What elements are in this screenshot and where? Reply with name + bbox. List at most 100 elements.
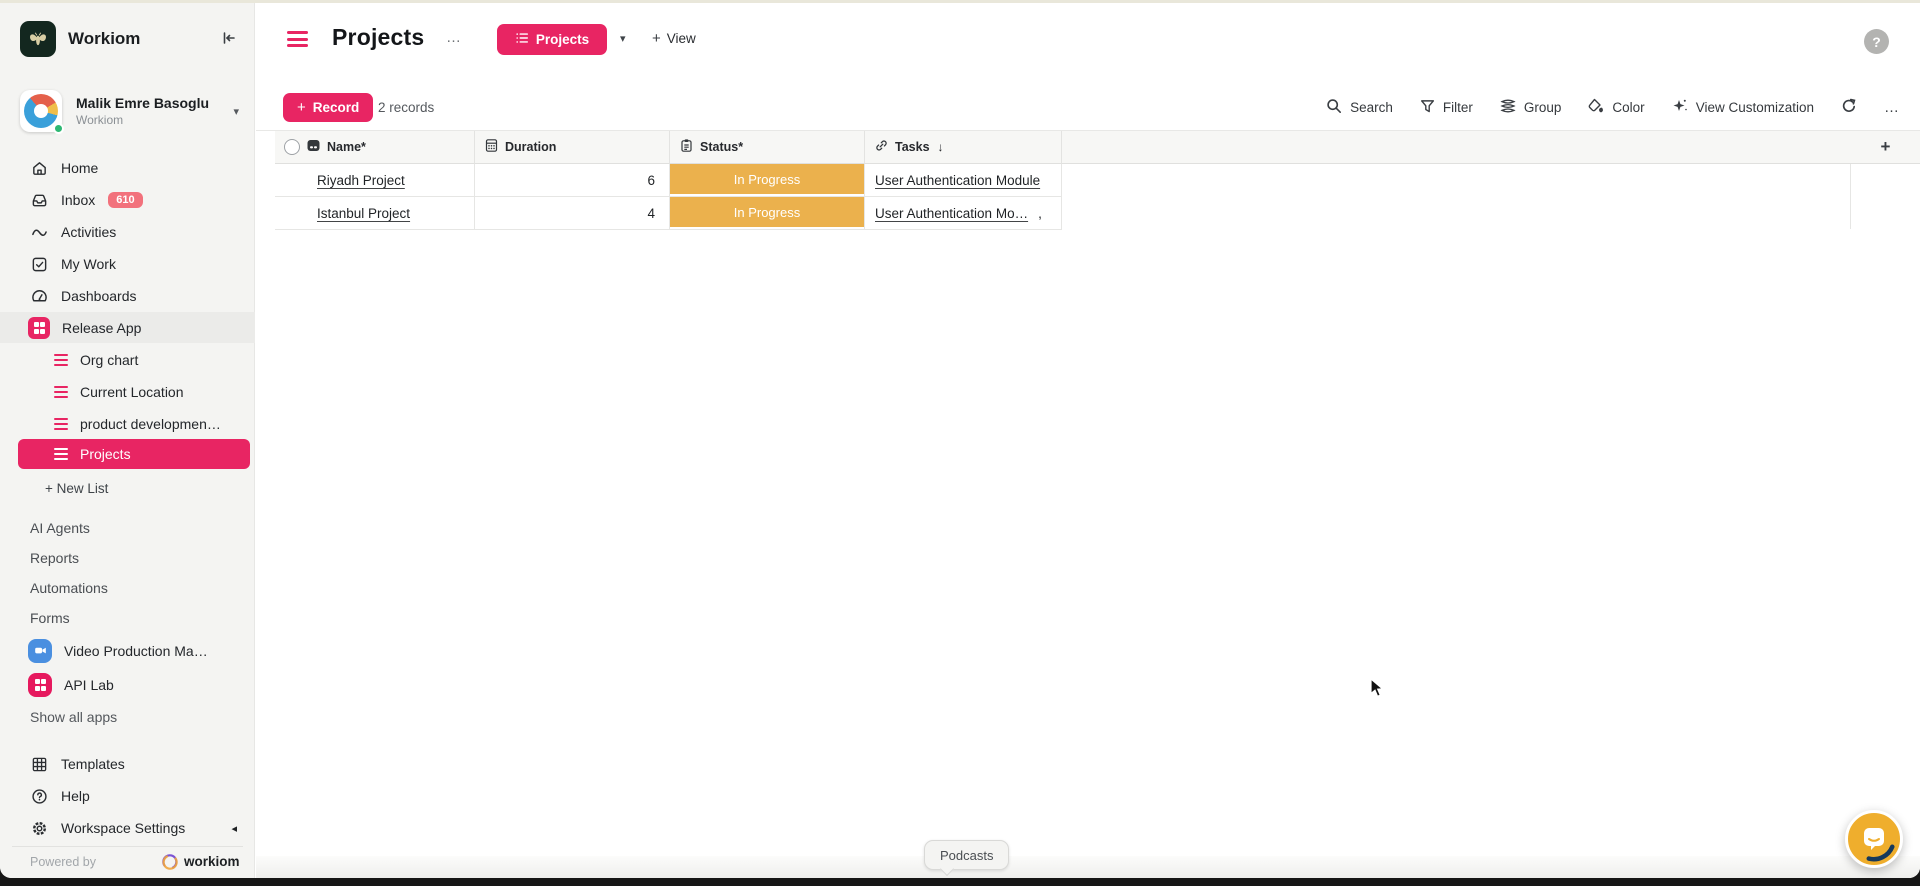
add-record-button[interactable]: + Record bbox=[283, 93, 373, 122]
sidebar-item-automations[interactable]: Automations bbox=[0, 572, 255, 604]
sidebar: Workiom Malik Emre Basoglu Workiom ▾ bbox=[0, 3, 255, 878]
check-square-icon bbox=[30, 255, 48, 273]
sidebar-item-inbox[interactable]: Inbox 610 bbox=[0, 184, 255, 216]
sidebar-list-org-chart[interactable]: Org chart bbox=[0, 344, 255, 376]
view-dropdown-icon[interactable]: ▾ bbox=[620, 32, 626, 45]
color-label: Color bbox=[1612, 100, 1644, 115]
table-row-2-duration-cell[interactable]: 4 bbox=[475, 197, 670, 230]
workiom-brand-label[interactable]: workiom bbox=[184, 854, 240, 869]
list-label: Projects bbox=[80, 446, 131, 462]
online-status-dot bbox=[53, 123, 64, 134]
table-row-1-name-cell[interactable]: 1 Riyadh Project bbox=[275, 164, 475, 197]
paint-bucket-icon bbox=[1588, 98, 1604, 117]
user-workspace: Workiom bbox=[76, 113, 209, 127]
table-row-1-tasks-cell[interactable]: User Authentication Module bbox=[865, 164, 1062, 197]
table-row-2-name-cell[interactable]: Istanbul Project bbox=[275, 197, 475, 230]
add-view-button[interactable]: + View bbox=[652, 30, 696, 47]
sidebar-item-activities[interactable]: Activities bbox=[0, 216, 255, 248]
list-icon bbox=[54, 418, 68, 431]
sidebar-item-workspace-settings[interactable]: Workspace Settings ◂ bbox=[0, 812, 255, 844]
activities-icon bbox=[30, 223, 48, 241]
task-link[interactable]: User Authentication Module bbox=[875, 173, 1040, 188]
workspace-header[interactable]: Workiom bbox=[0, 17, 255, 61]
refresh-icon bbox=[1841, 98, 1857, 117]
table-row-1-status-cell[interactable]: In Progress bbox=[670, 164, 865, 197]
list-icon bbox=[54, 448, 68, 461]
list-label: Org chart bbox=[80, 352, 138, 368]
sidebar-list-product-development[interactable]: product developmen… bbox=[0, 408, 255, 440]
tooltip-label: Podcasts bbox=[940, 848, 993, 863]
filter-button[interactable]: Filter bbox=[1420, 99, 1473, 117]
search-button[interactable]: Search bbox=[1326, 98, 1393, 117]
new-list-button[interactable]: + New List bbox=[0, 472, 255, 504]
table-row-2-tasks-cell[interactable]: User Authentication Mo… , bbox=[865, 197, 1062, 230]
title-more-button[interactable]: … bbox=[446, 29, 462, 46]
plus-icon: + bbox=[297, 99, 306, 116]
user-name: Malik Emre Basoglu bbox=[76, 95, 209, 113]
templates-grid-icon bbox=[30, 755, 48, 773]
sidebar-item-home[interactable]: Home bbox=[0, 152, 255, 184]
list-icon bbox=[54, 354, 68, 367]
inbox-count-badge: 610 bbox=[108, 192, 142, 208]
search-icon bbox=[1326, 98, 1342, 117]
sidebar-app-video-production[interactable]: Video Production Ma… bbox=[0, 634, 255, 667]
sidebar-list-projects-selected[interactable]: Projects bbox=[18, 439, 250, 469]
record-name-link[interactable]: Riyadh Project bbox=[317, 173, 405, 188]
podcasts-tooltip: Podcasts bbox=[924, 840, 1009, 870]
chat-launcher-button[interactable] bbox=[1845, 810, 1903, 868]
app-label: Video Production Ma… bbox=[64, 643, 208, 659]
color-button[interactable]: Color bbox=[1588, 98, 1644, 117]
video-camera-icon bbox=[28, 639, 52, 663]
chevron-left-icon[interactable]: ◂ bbox=[231, 822, 237, 835]
select-all-checkbox[interactable] bbox=[284, 139, 300, 155]
sidebar-item-label: Dashboards bbox=[61, 288, 137, 304]
add-field-button[interactable]: + bbox=[1851, 131, 1920, 164]
table-row-1-duration-cell[interactable]: 6 bbox=[475, 164, 670, 197]
sidebar-item-forms[interactable]: Forms bbox=[0, 602, 255, 634]
clipboard-icon bbox=[680, 139, 693, 155]
sidebar-item-label: Inbox bbox=[61, 192, 95, 208]
chevron-down-icon[interactable]: ▾ bbox=[233, 105, 239, 118]
list-menu-icon[interactable] bbox=[287, 31, 308, 47]
sidebar-item-help[interactable]: Help bbox=[0, 780, 255, 812]
sidebar-collapse-icon[interactable] bbox=[221, 30, 237, 49]
sidebar-item-label: Workspace Settings bbox=[61, 820, 185, 836]
status-badge: In Progress bbox=[670, 164, 864, 194]
show-all-apps-button[interactable]: Show all apps bbox=[0, 701, 255, 733]
link-icon bbox=[875, 139, 888, 155]
sidebar-list-current-location[interactable]: Current Location bbox=[0, 376, 255, 408]
user-menu[interactable]: Malik Emre Basoglu Workiom ▾ bbox=[0, 85, 255, 137]
record-name-link[interactable]: Istanbul Project bbox=[317, 206, 410, 221]
avatar bbox=[20, 90, 62, 132]
sidebar-app-api-lab[interactable]: API Lab bbox=[0, 668, 255, 701]
view-tab-projects[interactable]: Projects bbox=[497, 24, 607, 55]
duration-value: 6 bbox=[647, 173, 655, 188]
task-link[interactable]: User Authentication Mo… bbox=[875, 206, 1028, 221]
column-header-name[interactable]: Name* bbox=[275, 131, 475, 164]
view-customization-button[interactable]: View Customization bbox=[1672, 98, 1814, 117]
column-header-status[interactable]: Status* bbox=[670, 131, 865, 164]
help-button[interactable]: ? bbox=[1864, 29, 1889, 54]
sidebar-item-reports[interactable]: Reports bbox=[0, 542, 255, 574]
column-header-tasks[interactable]: Tasks ↓ bbox=[865, 131, 1062, 164]
app-label: Release App bbox=[62, 320, 141, 336]
sidebar-item-templates[interactable]: Templates bbox=[0, 748, 255, 780]
table-row-2-status-cell[interactable]: In Progress bbox=[670, 197, 865, 230]
sidebar-item-dashboards[interactable]: Dashboards bbox=[0, 280, 255, 312]
column-header-duration[interactable]: Duration bbox=[475, 131, 670, 164]
view-list-icon bbox=[515, 31, 529, 48]
toolbar-more-button[interactable]: … bbox=[1884, 99, 1900, 116]
field-type-icon bbox=[307, 139, 320, 155]
sidebar-item-my-work[interactable]: My Work bbox=[0, 248, 255, 280]
inbox-icon bbox=[30, 191, 48, 209]
task-suffix: , bbox=[1038, 206, 1042, 221]
plus-icon: + bbox=[652, 30, 661, 47]
sidebar-item-label: Activities bbox=[61, 224, 116, 240]
group-button[interactable]: Group bbox=[1500, 98, 1562, 117]
refresh-button[interactable] bbox=[1841, 98, 1857, 117]
gauge-icon bbox=[30, 287, 48, 305]
sidebar-item-ai-agents[interactable]: AI Agents bbox=[0, 512, 255, 544]
workiom-brand-icon bbox=[160, 852, 180, 875]
sidebar-item-label: Home bbox=[61, 160, 98, 176]
sidebar-app-release-app[interactable]: Release App bbox=[0, 312, 255, 343]
